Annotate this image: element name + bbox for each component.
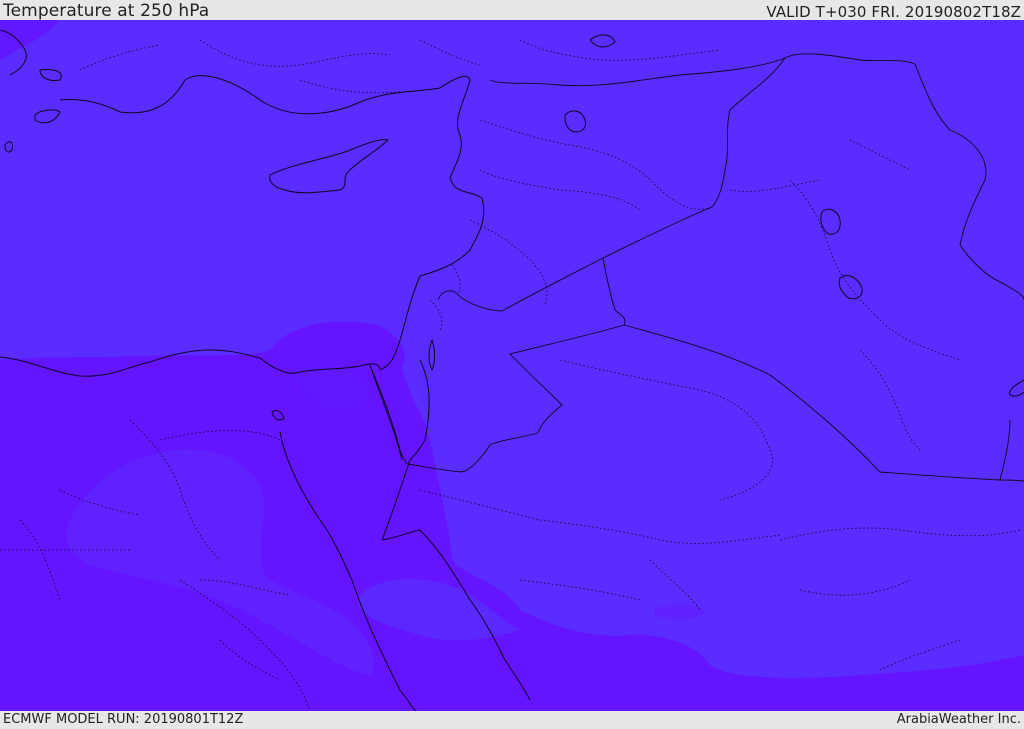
map-product-page: Temperature at 250 hPa VALID T+030 FRI. … <box>0 0 1024 729</box>
product-title: Temperature at 250 hPa <box>3 1 210 21</box>
valid-time-label: VALID T+030 FRI. 20190802T18Z <box>766 3 1021 21</box>
map-canvas <box>0 20 1024 711</box>
temperature-map[interactable] <box>0 20 1024 711</box>
header-bar: Temperature at 250 hPa VALID T+030 FRI. … <box>0 0 1024 21</box>
model-run-label: ECMWF MODEL RUN: 20190801T12Z <box>3 712 244 727</box>
footer-bar: ECMWF MODEL RUN: 20190801T12Z ArabiaWeat… <box>0 711 1024 729</box>
brand-label: ArabiaWeather Inc. <box>896 712 1021 727</box>
